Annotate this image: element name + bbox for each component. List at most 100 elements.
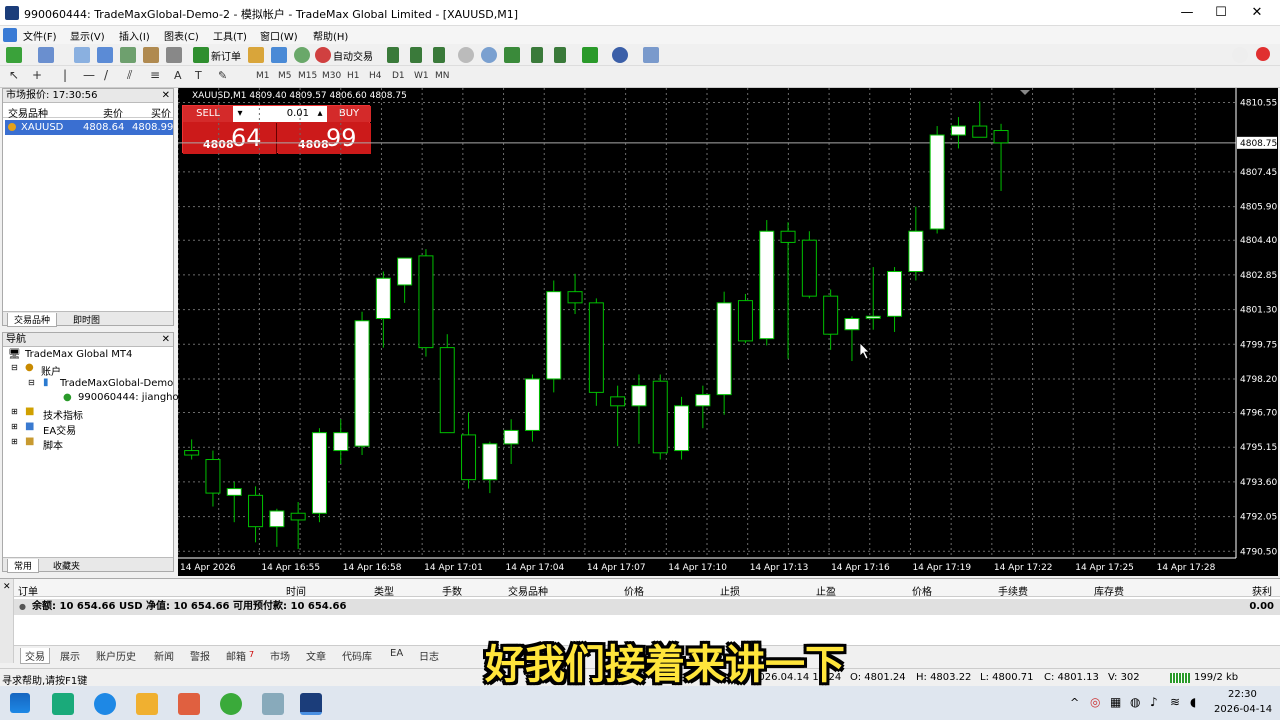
speaker-icon[interactable]: ◖ (1190, 695, 1196, 709)
app-icon-4[interactable] (262, 693, 284, 715)
app-icon-3[interactable] (220, 693, 242, 715)
menu-chart[interactable]: 图表(C) (164, 28, 199, 43)
fibonacci-icon[interactable]: ≡ (150, 68, 160, 82)
menu-tools[interactable]: 工具(T) (213, 28, 247, 43)
close-icon[interactable]: ✕ (162, 333, 170, 347)
expand-icon[interactable]: ⊟ (11, 363, 18, 372)
tray-icon-3[interactable]: ◍ (1130, 695, 1140, 709)
col-order[interactable]: 订单 (18, 583, 38, 598)
clock-date[interactable]: 2026-04-14 (1214, 704, 1272, 715)
wifi-icon[interactable]: ≋ (1170, 695, 1180, 709)
tray-icon-2[interactable]: ▦ (1110, 695, 1121, 709)
market-watch-icon[interactable] (74, 47, 90, 63)
periods-icon[interactable] (612, 47, 628, 63)
zoom-out-icon[interactable] (481, 47, 497, 63)
balance-row[interactable]: ● 余额: 10 654.66 USD 净值: 10 654.66 可用预付款:… (14, 599, 1280, 615)
tf-d1[interactable]: D1 (392, 71, 405, 81)
menu-file[interactable]: 文件(F) (23, 28, 57, 43)
app-icon-2[interactable] (178, 693, 200, 715)
col-price[interactable]: 价格 (624, 583, 644, 598)
close-icon[interactable]: ✕ (162, 89, 170, 103)
profiles-icon[interactable] (38, 47, 54, 63)
tf-w1[interactable]: W1 (414, 71, 429, 81)
crosshair-icon[interactable]: + (32, 68, 42, 82)
shapes-icon[interactable]: ✎ (218, 69, 227, 82)
templates-icon[interactable] (643, 47, 659, 63)
tf-m15[interactable]: M15 (298, 71, 317, 81)
tf-mn[interactable]: MN (435, 71, 450, 81)
tab-trade[interactable]: 交易 (20, 648, 50, 664)
auto-scroll-icon[interactable] (531, 47, 543, 63)
trendline-icon[interactable]: / (104, 68, 108, 82)
data-window-icon[interactable] (120, 47, 136, 63)
channel-icon[interactable]: ⫽ (127, 68, 132, 83)
tab-history[interactable]: 账户历史 (96, 648, 136, 663)
expand-icon[interactable]: ⊞ (11, 437, 18, 446)
nav-ea[interactable]: EA交易 (43, 422, 76, 437)
metaeditor-icon[interactable] (248, 47, 264, 63)
volume-icon[interactable]: ♪ (1150, 695, 1158, 709)
tf-m30[interactable]: M30 (322, 71, 341, 81)
col-time[interactable]: 时间 (286, 583, 306, 598)
app-icon-1[interactable] (52, 693, 74, 715)
edge-icon[interactable] (94, 693, 116, 715)
menu-help[interactable]: 帮助(H) (313, 28, 348, 43)
new-chart-icon[interactable] (6, 47, 22, 63)
clock-time[interactable]: 22:30 (1228, 689, 1257, 700)
col-type[interactable]: 类型 (374, 583, 394, 598)
expand-icon[interactable]: ⊟ (28, 378, 35, 387)
market-row-xauusd[interactable]: XAUUSD 4808.64 4808.99 (5, 120, 173, 135)
tab-exposure[interactable]: 展示 (60, 648, 80, 663)
tab-common[interactable]: 常用 (7, 559, 40, 573)
col-symbol[interactable]: 交易品种 (508, 583, 548, 598)
close-button[interactable]: ✕ (1242, 4, 1272, 22)
notification-icon[interactable] (1256, 47, 1270, 61)
tab-mailbox[interactable]: 邮箱 (226, 648, 246, 663)
maximize-button[interactable]: ☐ (1206, 4, 1236, 22)
tf-h1[interactable]: H1 (347, 71, 360, 81)
col-ask[interactable]: 买价 (151, 105, 171, 120)
new-order-button[interactable]: 新订单 (211, 48, 241, 63)
nav-root[interactable]: TradeMax Global MT4 (25, 349, 132, 360)
chart-window[interactable]: XAUUSD,M1 4809.40 4809.57 4806.60 4808.7… (178, 88, 1278, 576)
tab-articles[interactable]: 文章 (306, 648, 326, 663)
price-chart-svg[interactable]: 4810.55 4808.75 4807.45 4805.90 4804.40 4802.… (178, 88, 1278, 576)
navigator-icon[interactable] (97, 47, 113, 63)
col-lots[interactable]: 手数 (442, 583, 462, 598)
tab-codebase[interactable]: 代码库 (342, 648, 372, 663)
tf-m1[interactable]: M1 (256, 71, 270, 81)
col-symbol[interactable]: 交易品种 (8, 105, 48, 120)
search-icon[interactable] (1232, 47, 1248, 63)
menu-window[interactable]: 窗口(W) (260, 28, 298, 43)
explorer-icon[interactable] (136, 693, 158, 715)
col-profit[interactable]: 获利 (1252, 583, 1272, 598)
candlestick-icon[interactable] (410, 47, 422, 63)
tf-h4[interactable]: H4 (369, 71, 382, 81)
col-sl[interactable]: 止损 (720, 583, 740, 598)
expand-icon[interactable]: ⊞ (11, 422, 18, 431)
tile-windows-icon[interactable] (504, 47, 520, 63)
tf-m5[interactable]: M5 (278, 71, 292, 81)
tray-app-icon[interactable]: ◎ (1090, 695, 1100, 709)
mt4-taskbar-icon[interactable] (300, 693, 322, 715)
tester-icon[interactable] (166, 47, 182, 63)
zoom-in-icon[interactable] (458, 47, 474, 63)
vertical-line-icon[interactable]: | (63, 68, 67, 82)
tab-ea[interactable]: EA (390, 648, 403, 659)
tab-symbols[interactable]: 交易品种 (7, 313, 58, 327)
nav-account[interactable]: 990060444: jiangho (78, 392, 179, 403)
line-chart-icon[interactable] (433, 47, 445, 63)
horizontal-line-icon[interactable]: — (83, 68, 95, 82)
tab-market[interactable]: 市场 (270, 648, 290, 663)
col-bid[interactable]: 卖价 (103, 105, 123, 120)
tray-chevron-icon[interactable]: ^ (1070, 696, 1079, 709)
cursor-icon[interactable]: ↖ (9, 68, 19, 82)
text-icon[interactable]: A (174, 69, 182, 82)
col-price-current[interactable]: 价格 (912, 583, 932, 598)
minimize-button[interactable]: — (1172, 4, 1202, 22)
col-commission[interactable]: 手续费 (998, 583, 1028, 598)
expand-icon[interactable]: ⊞ (11, 407, 18, 416)
nav-server[interactable]: TradeMaxGlobal-Demo (60, 378, 173, 389)
col-tp[interactable]: 止盈 (816, 583, 836, 598)
close-icon[interactable]: ✕ (3, 582, 11, 592)
